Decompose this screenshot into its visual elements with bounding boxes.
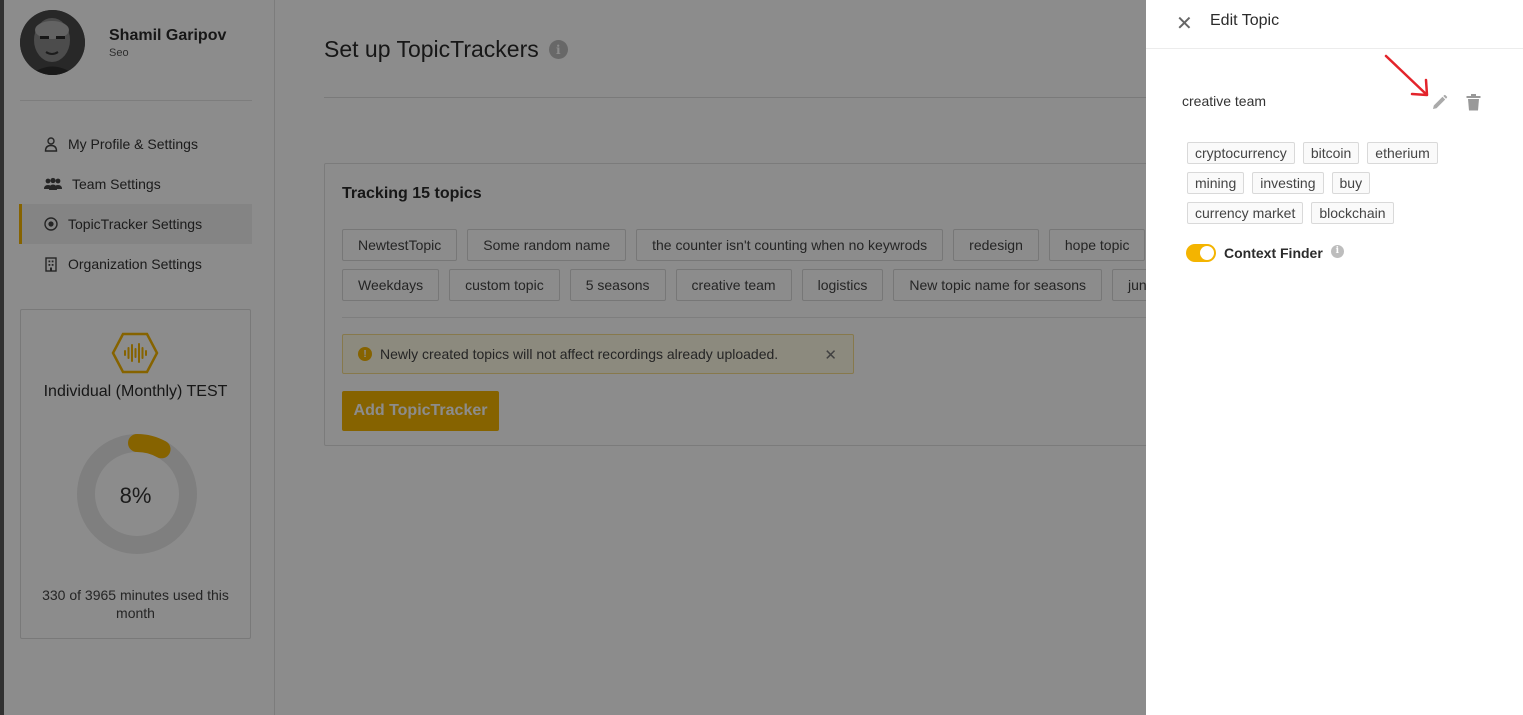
edit-pencil-icon[interactable] xyxy=(1431,94,1448,116)
edit-topic-drawer: ✕ Edit Topic creative team cryptocurrenc… xyxy=(1146,0,1523,715)
keyword-row: mining investing buy xyxy=(1187,172,1487,194)
drawer-header: ✕ Edit Topic xyxy=(1146,0,1523,49)
annotation-arrow-icon xyxy=(1382,52,1432,105)
context-finder-row: Context Finder i xyxy=(1186,244,1344,262)
keyword-tag: etherium xyxy=(1367,142,1438,164)
keyword-tag: bitcoin xyxy=(1302,142,1360,164)
keyword-tag: currency market xyxy=(1187,202,1304,224)
close-icon[interactable]: ✕ xyxy=(1176,11,1193,36)
keyword-tag: blockchain xyxy=(1311,202,1394,224)
info-icon[interactable]: i xyxy=(1330,244,1344,258)
keyword-tag: mining xyxy=(1187,172,1245,194)
drawer-title: Edit Topic xyxy=(1210,12,1280,29)
keyword-row: cryptocurrency bitcoin etherium xyxy=(1187,142,1487,164)
keyword-tag: buy xyxy=(1331,172,1371,194)
topic-name: creative team xyxy=(1182,93,1267,109)
modal-overlay[interactable] xyxy=(0,0,1146,715)
keyword-list: cryptocurrency bitcoin etherium mining i… xyxy=(1187,142,1487,232)
context-finder-label: Context Finder xyxy=(1224,245,1323,261)
trash-icon[interactable] xyxy=(1466,94,1481,116)
keyword-row: currency market blockchain xyxy=(1187,202,1487,224)
keyword-tag: cryptocurrency xyxy=(1187,142,1295,164)
context-finder-toggle[interactable] xyxy=(1186,244,1216,262)
keyword-tag: investing xyxy=(1252,172,1324,194)
